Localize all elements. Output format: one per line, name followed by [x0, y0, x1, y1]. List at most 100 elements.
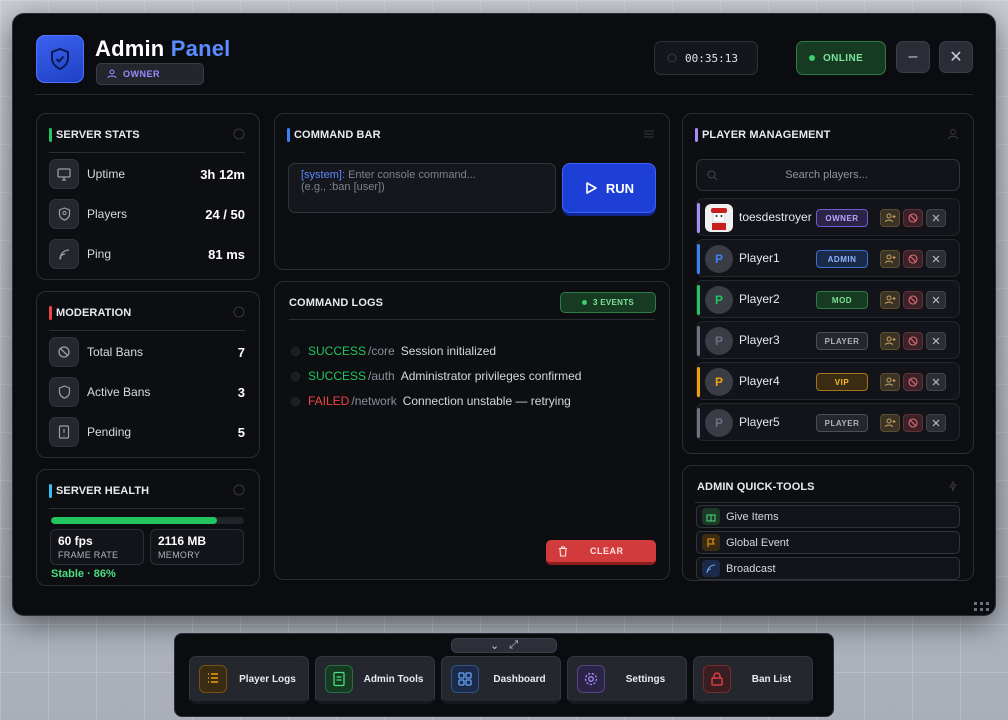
stat-row-total-bans: Total Bans 7	[49, 336, 245, 368]
player-search-input[interactable]: Search players...	[696, 159, 960, 191]
avatar: P	[705, 409, 733, 437]
fps-metric: 60 fps FRAME RATE	[50, 529, 144, 565]
role-badge: OWNER	[816, 209, 868, 227]
ban-player-button[interactable]	[903, 373, 923, 391]
kick-player-button[interactable]	[926, 373, 946, 391]
clear-logs-button[interactable]: CLEAR	[546, 540, 656, 565]
player-row[interactable]: P Player4 VIP	[696, 362, 960, 400]
user-plus-icon	[884, 377, 895, 387]
tool-broadcast[interactable]: Broadcast	[696, 557, 960, 580]
stat-row-pending: Pending 5	[49, 416, 245, 448]
quick-tools-title: ADMIN QUICK-TOOLS	[697, 481, 815, 493]
command-bar-title: COMMAND BAR	[287, 128, 381, 142]
role-badge: VIP	[816, 373, 868, 391]
close-icon	[932, 296, 940, 304]
log-entry: SUCCESS /auth Administrator privileges c…	[291, 368, 581, 384]
player-row[interactable]: P Player5 PLAYER	[696, 403, 960, 441]
moderation-panel: MODERATION Total Bans 7 Active Bans 3 Pe…	[36, 291, 260, 458]
kick-player-button[interactable]	[926, 332, 946, 350]
user-plus-icon	[884, 295, 895, 305]
promote-player-button[interactable]	[880, 250, 900, 268]
ban-icon	[908, 336, 918, 346]
ban-player-button[interactable]	[903, 291, 923, 309]
grid-icon	[451, 665, 479, 693]
kick-player-button[interactable]	[926, 250, 946, 268]
ban-corner-icon	[233, 306, 245, 318]
collapse-icon: ⌄	[489, 640, 500, 652]
dock-button-admin-tools[interactable]: Admin Tools	[315, 656, 435, 704]
player-name: Player1	[739, 251, 780, 265]
file-icon	[325, 665, 353, 693]
minimize-icon: –	[908, 48, 918, 65]
dock-button-settings[interactable]: Settings	[567, 656, 687, 704]
close-icon	[932, 378, 940, 386]
search-icon	[707, 169, 718, 180]
run-button[interactable]: RUN	[562, 163, 656, 213]
tool-give-items[interactable]: Give Items	[696, 505, 960, 528]
ban-icon	[49, 337, 79, 367]
role-badge: MOD	[816, 291, 868, 309]
avatar	[705, 204, 733, 232]
gear-icon	[577, 665, 605, 693]
dock-button-player-logs[interactable]: Player Logs	[189, 656, 309, 704]
close-icon	[932, 214, 940, 222]
expand-icon: ⤢	[509, 639, 519, 651]
dock-button-ban-list[interactable]: Ban List	[693, 656, 813, 704]
resize-handle-icon[interactable]	[973, 601, 991, 613]
health-status-text: Stable · 86%	[51, 568, 116, 580]
bolt-icon	[949, 480, 957, 492]
player-row[interactable]: P Player1 ADMIN	[696, 239, 960, 277]
close-button[interactable]: ✕	[939, 41, 973, 73]
heart-icon	[233, 484, 245, 496]
ban-player-button[interactable]	[903, 250, 923, 268]
kick-player-button[interactable]	[926, 414, 946, 432]
session-timer: 00:35:13	[654, 41, 758, 75]
role-badge: ADMIN	[816, 250, 868, 268]
trash-icon	[559, 545, 567, 557]
memory-metric: 2116 MB MEMORY	[150, 529, 244, 565]
stat-row-players: Players 24 / 50	[49, 198, 245, 230]
promote-player-button[interactable]	[880, 209, 900, 227]
promote-player-button[interactable]	[880, 291, 900, 309]
player-name: Player3	[739, 333, 780, 347]
player-name: toesdestroyer	[739, 210, 812, 224]
promote-player-button[interactable]	[880, 332, 900, 350]
clock-icon	[667, 53, 677, 63]
player-row[interactable]: P Player3 PLAYER	[696, 321, 960, 359]
player-management-title: PLAYER MANAGEMENT	[695, 128, 830, 142]
page-title: Admin Panel	[95, 36, 231, 61]
dock-button-label: Ban List	[751, 673, 792, 685]
dock-button-label: Player Logs	[239, 673, 296, 685]
avatar: P	[705, 368, 733, 396]
ban-icon	[908, 254, 918, 264]
ban-player-button[interactable]	[903, 414, 923, 432]
player-row[interactable]: P Player2 MOD	[696, 280, 960, 318]
command-input[interactable]: [system]: Enter console command... (e.g.…	[288, 163, 556, 213]
flag-icon	[702, 534, 720, 551]
promote-player-button[interactable]	[880, 414, 900, 432]
user-plus-icon	[884, 254, 895, 264]
dock-button-label: Settings	[625, 673, 666, 685]
menu-icon	[644, 130, 654, 138]
lock-icon	[703, 665, 731, 693]
kick-player-button[interactable]	[926, 209, 946, 227]
dock-collapse-toggle[interactable]: ⌄ ⤢	[451, 638, 557, 653]
dock-button-dashboard[interactable]: Dashboard	[441, 656, 561, 704]
player-management-panel: PLAYER MANAGEMENT Search players... toes…	[682, 113, 974, 454]
player-row[interactable]: toesdestroyer OWNER	[696, 198, 960, 236]
role-stripe	[697, 408, 700, 438]
player-name: Player5	[739, 415, 780, 429]
kick-player-button[interactable]	[926, 291, 946, 309]
tool-global-event[interactable]: Global Event	[696, 531, 960, 554]
ban-icon	[908, 295, 918, 305]
role-badge: OWNER	[96, 63, 204, 85]
promote-player-button[interactable]	[880, 373, 900, 391]
admin-panel-window: Admin Panel OWNER 00:35:13 ONLINE – ✕ SE…	[12, 13, 996, 616]
header-divider	[35, 94, 973, 95]
user-icon	[107, 69, 117, 79]
minimize-button[interactable]: –	[896, 41, 930, 73]
stat-row-active-bans: Active Bans 3	[49, 376, 245, 408]
ban-player-button[interactable]	[903, 332, 923, 350]
gift-icon	[702, 508, 720, 525]
ban-player-button[interactable]	[903, 209, 923, 227]
